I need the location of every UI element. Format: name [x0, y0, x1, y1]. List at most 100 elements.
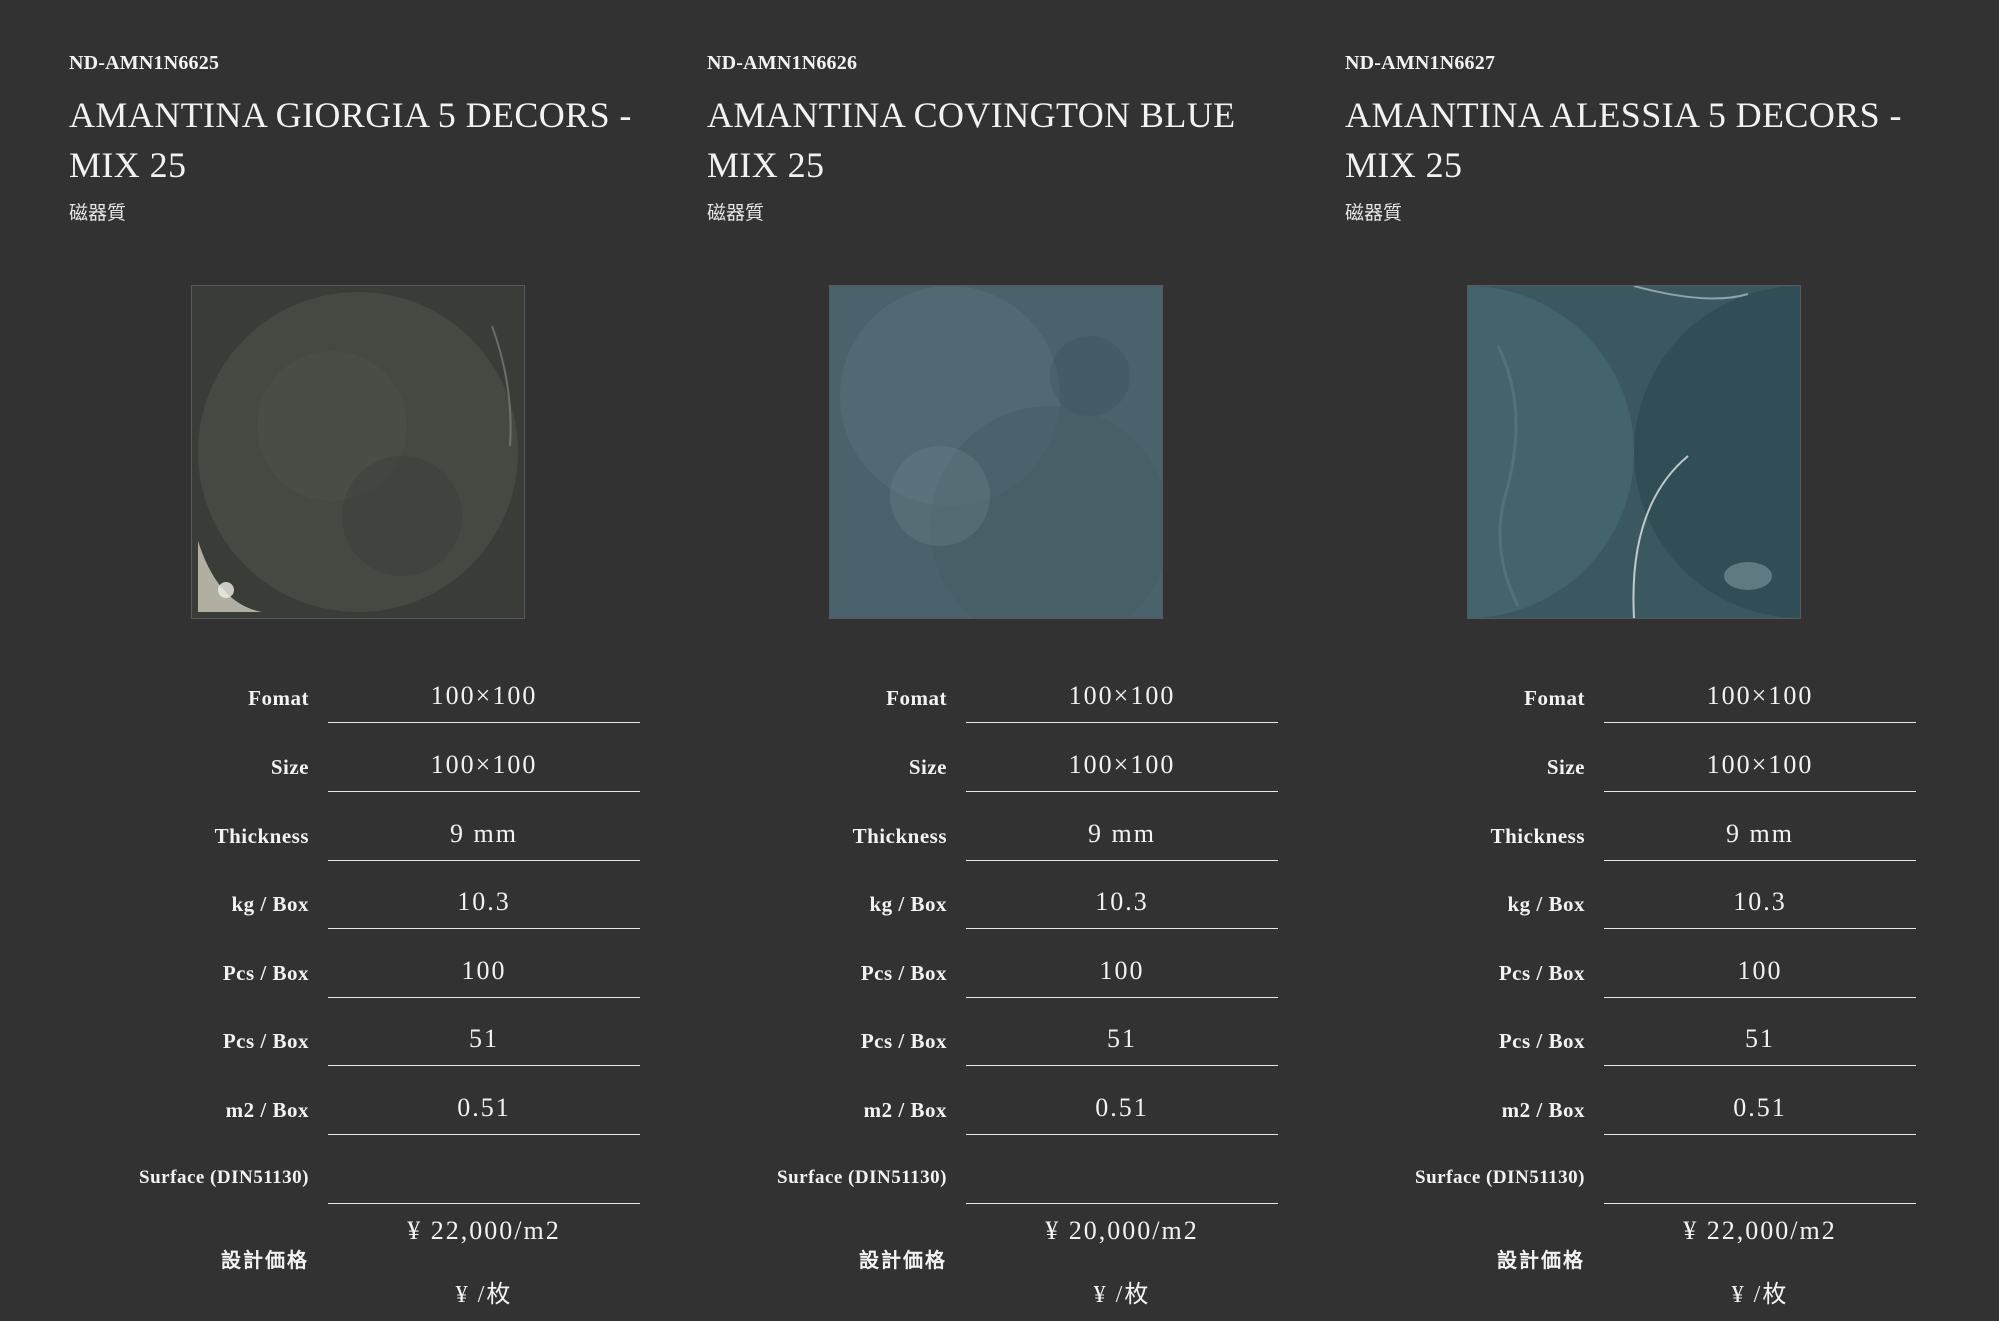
spec-row: Fomat 100×100	[1345, 676, 1945, 745]
spec-row: Thickness 9 mm	[707, 814, 1307, 883]
spec-underline	[328, 791, 640, 792]
price-value: ¥ 20,000/m2	[1045, 1216, 1199, 1245]
spec-row: Pcs / Box 51	[69, 1019, 669, 1088]
spec-value: 100	[461, 956, 507, 985]
price-row: 設計価格 ¥ 20,000/m2 ¥ /枚	[707, 1216, 1307, 1321]
tile-image[interactable]	[829, 285, 1163, 619]
spec-label: Pcs / Box	[222, 1029, 309, 1053]
spec-row: Fomat 100×100	[707, 676, 1307, 745]
spec-label: Thickness	[852, 824, 947, 848]
product-code: ND-AMN1N6626	[707, 52, 858, 74]
spec-value: 100×100	[1068, 681, 1176, 710]
spec-label: Pcs / Box	[860, 961, 947, 985]
spec-value: 100	[1099, 956, 1145, 985]
price-label: 設計価格	[859, 1250, 947, 1272]
spec-underline	[328, 1065, 640, 1066]
tile-image[interactable]	[191, 285, 525, 619]
price-row: 設計価格 ¥ 22,000/m2 ¥ /枚	[69, 1216, 669, 1321]
spec-value: 100×100	[1706, 750, 1814, 779]
product-card[interactable]: ND-AMN1N6627 AMANTINA ALESSIA 5 DECORS -…	[1345, 0, 1945, 1321]
spec-label: Surface (DIN51130)	[777, 1167, 947, 1188]
spec-row: m2 / Box 0.51	[1345, 1088, 1945, 1157]
spec-row: kg / Box 10.3	[1345, 882, 1945, 951]
product-card[interactable]: ND-AMN1N6626 AMANTINA COVINGTON BLUE MIX…	[707, 0, 1307, 1321]
product-card[interactable]: ND-AMN1N6625 AMANTINA GIORGIA 5 DECORS -…	[69, 0, 669, 1321]
spec-value: 10.3	[1733, 887, 1787, 916]
product-grid: ND-AMN1N6625 AMANTINA GIORGIA 5 DECORS -…	[0, 0, 1999, 1321]
spec-value: 100×100	[430, 750, 538, 779]
spec-underline	[1604, 791, 1916, 792]
spec-value: 51	[469, 1024, 499, 1053]
spec-value: 100	[1737, 956, 1783, 985]
spec-label: m2 / Box	[225, 1098, 309, 1122]
spec-value: 51	[1745, 1024, 1775, 1053]
price-per-piece: ¥ /枚	[455, 1282, 513, 1308]
spec-underline	[1604, 1065, 1916, 1066]
spec-value: 100×100	[1068, 750, 1176, 779]
spec-row: Pcs / Box 100	[1345, 951, 1945, 1020]
spec-label: Pcs / Box	[1498, 961, 1585, 985]
price-label: 設計価格	[221, 1250, 309, 1272]
price-per-piece: ¥ /枚	[1093, 1282, 1151, 1308]
spec-underline	[328, 997, 640, 998]
spec-underline	[328, 722, 640, 723]
spec-row: Pcs / Box 100	[69, 951, 669, 1020]
spec-label: Size	[1546, 755, 1585, 779]
spec-underline	[328, 928, 640, 929]
spec-label: Thickness	[214, 824, 309, 848]
spec-row: Thickness 9 mm	[1345, 814, 1945, 883]
spec-value: 0.51	[457, 1093, 511, 1122]
spec-value: 9 mm	[1088, 819, 1156, 848]
spec-value: 10.3	[1095, 887, 1149, 916]
product-title[interactable]: AMANTINA COVINGTON BLUE MIX 25	[707, 90, 1297, 190]
spec-underline	[966, 928, 1278, 929]
spec-underline	[1604, 997, 1916, 998]
spec-row: Size 100×100	[1345, 745, 1945, 814]
spec-row: Pcs / Box 100	[707, 951, 1307, 1020]
spec-label: Surface (DIN51130)	[139, 1167, 309, 1188]
spec-underline	[1604, 1134, 1916, 1135]
spec-row: Pcs / Box 51	[1345, 1019, 1945, 1088]
spec-value: 10.3	[457, 887, 511, 916]
spec-value: 0.51	[1733, 1093, 1787, 1122]
spec-label: Pcs / Box	[222, 961, 309, 985]
spec-row: Fomat 100×100	[69, 676, 669, 745]
spec-label: Fomat	[248, 686, 309, 710]
spec-underline	[966, 791, 1278, 792]
spec-row: Size 100×100	[707, 745, 1307, 814]
spec-value: 51	[1107, 1024, 1137, 1053]
spec-underline	[966, 1065, 1278, 1066]
spec-underline	[966, 1203, 1278, 1204]
price-value: ¥ 22,000/m2	[407, 1216, 561, 1245]
spec-value: 0.51	[1095, 1093, 1149, 1122]
spec-value: 9 mm	[1726, 819, 1794, 848]
product-title[interactable]: AMANTINA ALESSIA 5 DECORS - MIX 25	[1345, 90, 1935, 190]
product-title[interactable]: AMANTINA GIORGIA 5 DECORS - MIX 25	[69, 90, 659, 190]
material-type: 磁器質	[707, 203, 765, 224]
spec-label: kg / Box	[231, 892, 309, 916]
price-row: 設計価格 ¥ 22,000/m2 ¥ /枚	[1345, 1216, 1945, 1321]
spec-label: Fomat	[886, 686, 947, 710]
spec-value: 100×100	[1706, 681, 1814, 710]
spec-row: m2 / Box 0.51	[707, 1088, 1307, 1157]
spec-label: Surface (DIN51130)	[1415, 1167, 1585, 1188]
spec-underline	[1604, 860, 1916, 861]
spec-underline	[1604, 1203, 1916, 1204]
tile-alessia-image	[1468, 286, 1800, 618]
spec-underline	[966, 722, 1278, 723]
spec-label: Size	[270, 755, 309, 779]
spec-underline	[328, 1203, 640, 1204]
spec-row: Thickness 9 mm	[69, 814, 669, 883]
spec-underline	[966, 997, 1278, 998]
spec-value: 100×100	[430, 681, 538, 710]
spec-row: Pcs / Box 51	[707, 1019, 1307, 1088]
spec-underline	[1604, 928, 1916, 929]
price-label: 設計価格	[1497, 1250, 1585, 1272]
product-code: ND-AMN1N6627	[1345, 52, 1496, 74]
spec-label: Pcs / Box	[1498, 1029, 1585, 1053]
spec-row: m2 / Box 0.51	[69, 1088, 669, 1157]
spec-underline	[1604, 722, 1916, 723]
tile-image[interactable]	[1467, 285, 1801, 619]
spec-label: kg / Box	[869, 892, 947, 916]
spec-underline	[328, 860, 640, 861]
